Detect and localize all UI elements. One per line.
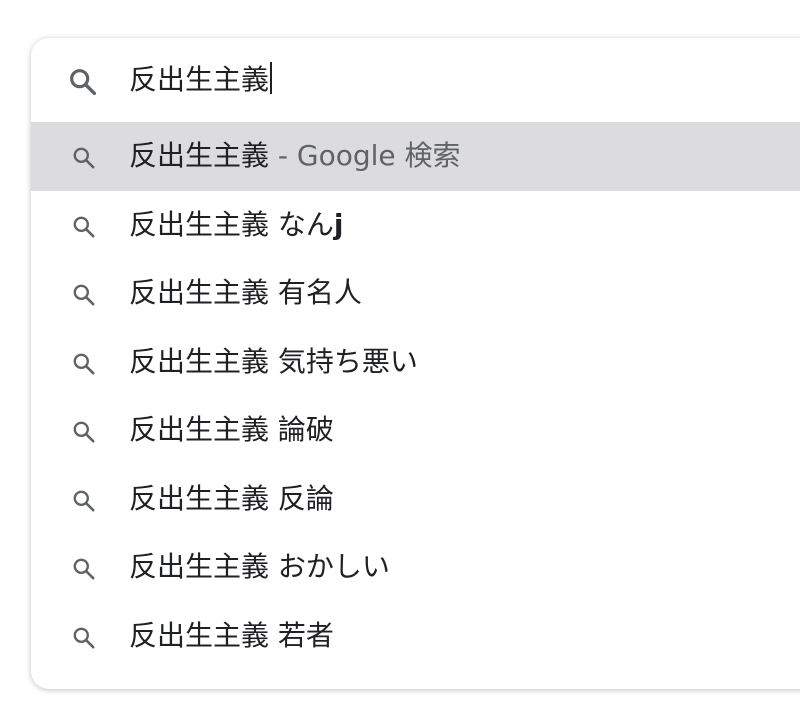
text-caret	[270, 62, 273, 94]
suggestion-prefix: 反出生主義 論破	[129, 413, 334, 446]
suggestion-suffix: j	[333, 207, 344, 241]
suggestion-text: 反出生主義 有名人	[129, 273, 362, 313]
suggestion-suffix: - Google 検索	[269, 139, 461, 172]
suggestion-text: 反出生主義 - Google 検索	[129, 136, 461, 176]
suggestion-text: 反出生主義 気持ち悪い	[129, 342, 418, 382]
search-icon	[71, 556, 97, 582]
search-icon	[71, 625, 97, 651]
suggestion-prefix: 反出生主義 反論	[129, 481, 334, 515]
suggestion-text: 反出生主義 論破	[129, 410, 334, 450]
suggestion-item[interactable]: 反出生主義 有名人	[31, 259, 800, 328]
search-input-row[interactable]: 反出生主義	[31, 38, 800, 122]
suggestion-item[interactable]: 反出生主義 おかしい	[31, 533, 800, 602]
search-input[interactable]: 反出生主義	[129, 60, 273, 100]
suggestion-item[interactable]: 反出生主義 反論	[31, 465, 800, 534]
search-icon	[67, 66, 99, 98]
search-icon	[71, 214, 97, 240]
suggestion-text: 反出生主義 若者	[129, 616, 334, 656]
suggestion-prefix: 反出生主義 なん	[129, 207, 334, 241]
search-icon	[71, 419, 97, 445]
suggestion-list: 反出生主義 - Google 検索 反出生主義 なんj 反出生主義 有名人 反出生主義…	[31, 122, 800, 670]
suggestion-item[interactable]: 反出生主義 論破	[31, 396, 800, 465]
suggestion-prefix: 反出生主義	[129, 139, 270, 172]
suggestion-item[interactable]: 反出生主義 若者	[31, 602, 800, 671]
suggestion-item[interactable]: 反出生主義 気持ち悪い	[31, 328, 800, 397]
search-icon	[71, 145, 97, 171]
suggestion-prefix: 反出生主義 おかしい	[129, 550, 390, 583]
suggestion-prefix: 反出生主義 気持ち悪い	[129, 344, 418, 378]
suggestion-item[interactable]: 反出生主義 - Google 検索	[31, 122, 800, 191]
search-icon	[71, 351, 97, 377]
suggestion-text: 反出生主義 なんj	[129, 205, 344, 245]
search-icon	[71, 282, 97, 308]
suggestion-text: 反出生主義 反論	[129, 479, 334, 519]
suggestion-prefix: 反出生主義 若者	[129, 618, 334, 652]
search-icon	[71, 488, 97, 514]
omnibox-dropdown: 反出生主義 反出生主義 - Google 検索 反出生主義 なんj 反出生主義 有名…	[31, 38, 800, 689]
search-input-value: 反出生主義	[129, 63, 270, 96]
suggestion-text: 反出生主義 おかしい	[129, 547, 390, 587]
suggestion-item[interactable]: 反出生主義 なんj	[31, 191, 800, 260]
suggestion-prefix: 反出生主義 有名人	[129, 276, 362, 309]
